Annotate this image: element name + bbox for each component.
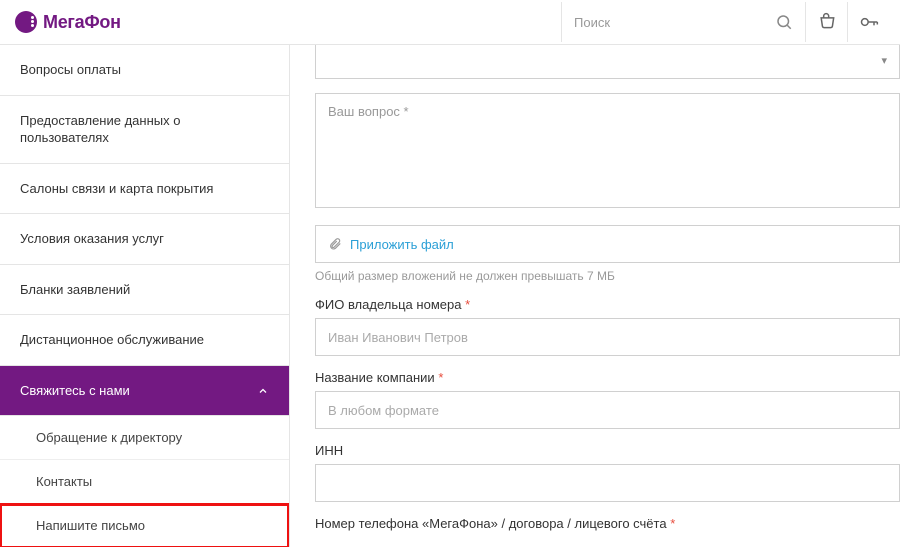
cart-icon bbox=[817, 12, 837, 32]
brand-name: МегаФон bbox=[43, 12, 121, 33]
cart-button[interactable] bbox=[806, 2, 848, 42]
search-box[interactable] bbox=[561, 2, 806, 42]
sidebar-sub-director[interactable]: Обращение к директору bbox=[0, 416, 289, 460]
fio-input[interactable] bbox=[315, 318, 900, 356]
sidebar-item-userdata[interactable]: Предоставление данных о пользователях bbox=[0, 96, 289, 164]
sidebar-item-forms[interactable]: Бланки заявлений bbox=[0, 265, 289, 316]
sidebar-item-remote[interactable]: Дистанционное обслуживание bbox=[0, 315, 289, 366]
sidebar-item-label: Вопросы оплаты bbox=[20, 61, 121, 79]
sidebar-sub-label: Обращение к директору bbox=[36, 430, 182, 445]
main-form: Тема письма * ▾ Приложить файл Общий раз… bbox=[290, 45, 900, 547]
sidebar-item-payment[interactable]: Вопросы оплаты bbox=[0, 45, 289, 96]
sidebar-item-label: Условия оказания услуг bbox=[20, 230, 164, 248]
question-textarea[interactable] bbox=[315, 93, 900, 208]
sidebar-item-label: Свяжитесь с нами bbox=[20, 382, 130, 400]
chevron-down-icon: ▾ bbox=[881, 54, 887, 67]
fio-label: ФИО владельца номера * bbox=[315, 297, 900, 312]
chevron-up-icon bbox=[257, 385, 269, 397]
header: МегаФон bbox=[0, 0, 900, 45]
sidebar-item-contact[interactable]: Свяжитесь с нами bbox=[0, 366, 289, 417]
company-label: Название компании * bbox=[315, 370, 900, 385]
sidebar-sub-label: Напишите письмо bbox=[36, 518, 145, 533]
sidebar: Вопросы оплаты Предоставление данных о п… bbox=[0, 45, 290, 547]
sidebar-item-stores[interactable]: Салоны связи и карта покрытия bbox=[0, 164, 289, 215]
search-input[interactable] bbox=[574, 15, 765, 30]
megafon-logo-icon bbox=[15, 11, 37, 33]
inn-input[interactable] bbox=[315, 464, 900, 502]
attach-file-button[interactable]: Приложить файл bbox=[315, 225, 900, 263]
search-icon[interactable] bbox=[775, 13, 793, 31]
inn-label: ИНН bbox=[315, 443, 900, 458]
sidebar-item-label: Предоставление данных о пользователях bbox=[20, 112, 269, 147]
sidebar-sub-write[interactable]: Напишите письмо bbox=[0, 504, 289, 547]
attach-hint: Общий размер вложений не должен превышат… bbox=[315, 269, 900, 283]
logo[interactable]: МегаФон bbox=[15, 11, 121, 33]
sidebar-sub-label: Контакты bbox=[36, 474, 92, 489]
subject-select[interactable]: ▾ bbox=[315, 45, 900, 79]
company-input[interactable] bbox=[315, 391, 900, 429]
sidebar-item-terms[interactable]: Условия оказания услуг bbox=[0, 214, 289, 265]
attach-file-label: Приложить файл bbox=[350, 237, 454, 252]
sidebar-item-label: Салоны связи и карта покрытия bbox=[20, 180, 213, 198]
phone-label: Номер телефона «МегаФона» / договора / л… bbox=[315, 516, 900, 531]
paperclip-icon bbox=[328, 236, 342, 252]
sidebar-sub-contacts[interactable]: Контакты bbox=[0, 460, 289, 504]
sidebar-item-label: Бланки заявлений bbox=[20, 281, 130, 299]
key-icon bbox=[858, 12, 880, 32]
login-button[interactable] bbox=[848, 2, 890, 42]
sidebar-item-label: Дистанционное обслуживание bbox=[20, 331, 204, 349]
